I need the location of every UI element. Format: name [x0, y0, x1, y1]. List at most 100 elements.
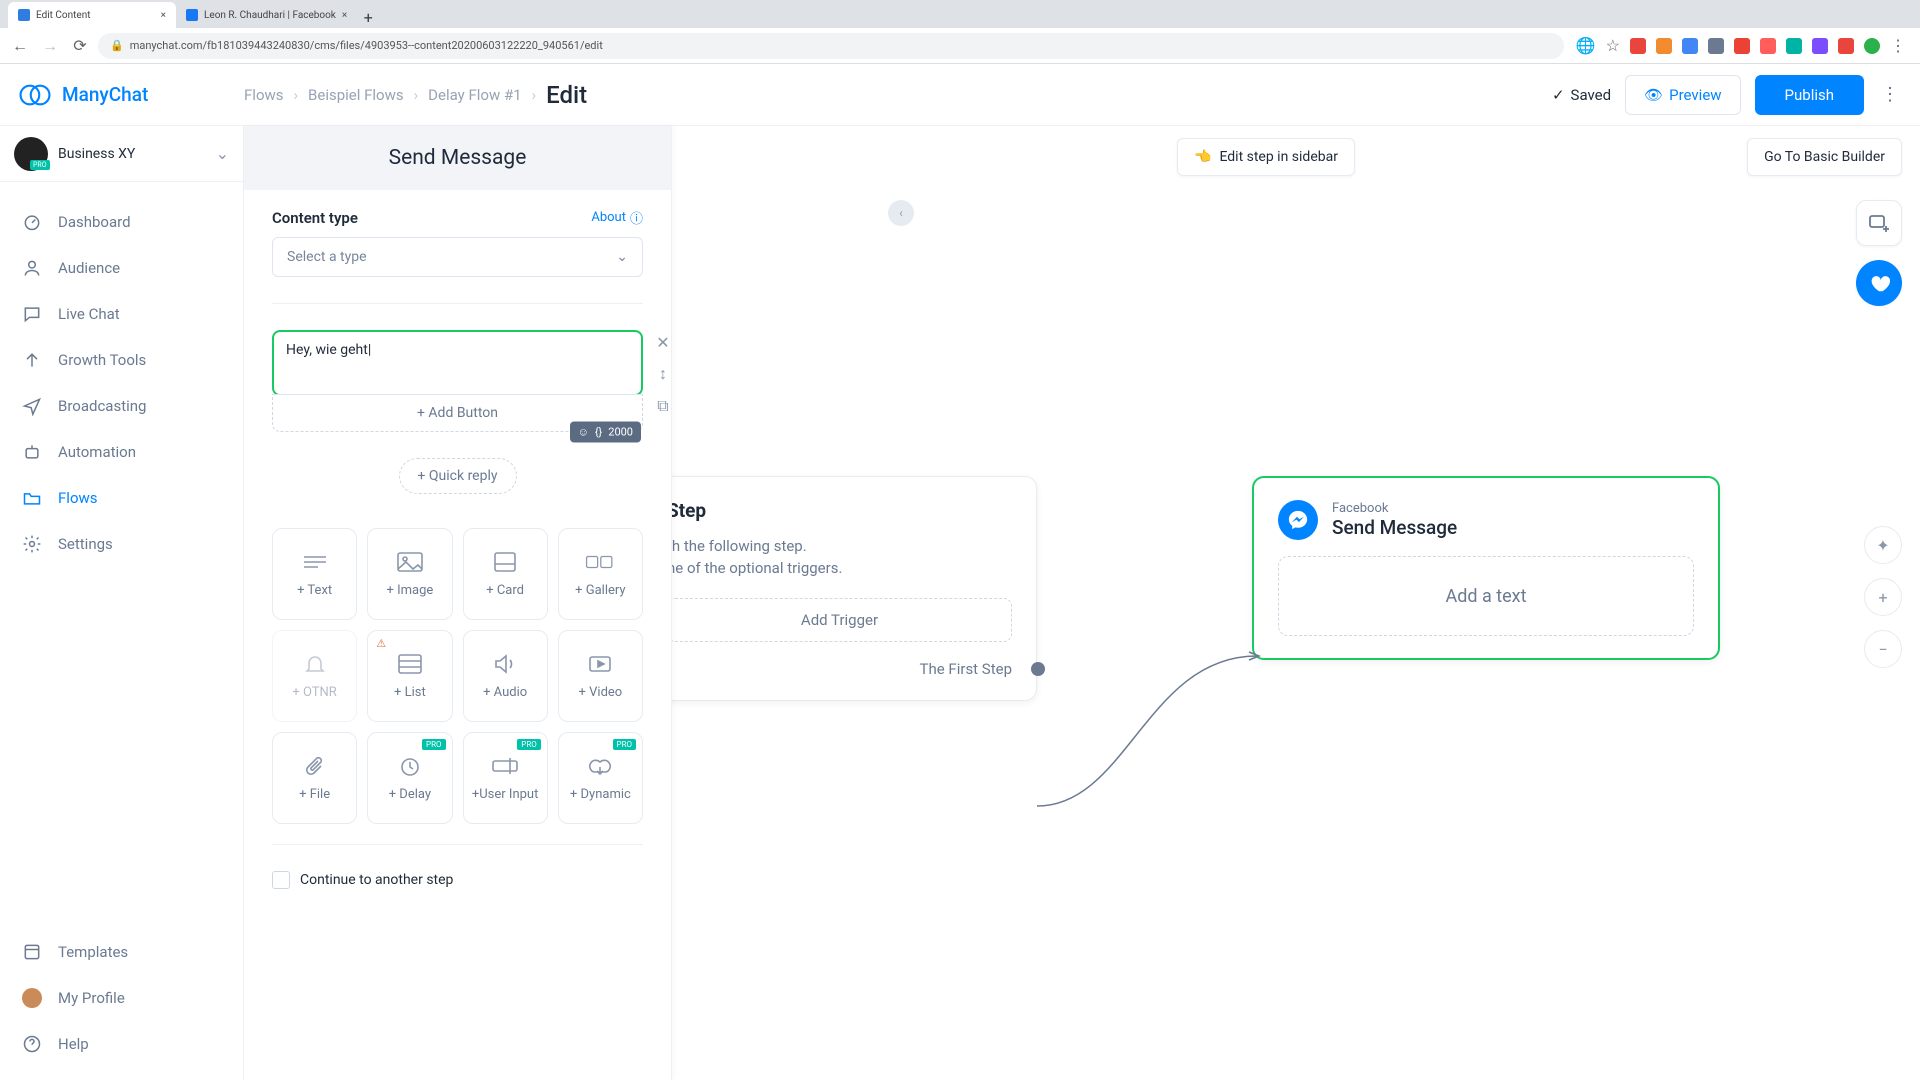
zoom-out-button[interactable]: −: [1864, 630, 1902, 668]
block-label: + Image: [386, 583, 433, 598]
extension-icon[interactable]: [1838, 38, 1854, 54]
zoom-in-button[interactable]: +: [1864, 578, 1902, 616]
block-file[interactable]: + File: [272, 732, 357, 824]
url-field[interactable]: 🔒 manychat.com/fb181039443240830/cms/fil…: [98, 33, 1564, 59]
extension-icon[interactable]: [1812, 38, 1828, 54]
browser-tab-active[interactable]: Edit Content ×: [8, 2, 176, 28]
fit-view-button[interactable]: ✦: [1864, 526, 1902, 564]
block-dynamic[interactable]: PRO+ Dynamic: [558, 732, 643, 824]
send-title: Send Message: [1332, 516, 1457, 539]
collapse-toggle[interactable]: ‹: [888, 200, 914, 226]
flow-edge: [1027, 646, 1267, 816]
breadcrumb-item[interactable]: Flows: [244, 86, 284, 104]
tab-title: Edit Content: [36, 10, 91, 21]
send-message-card[interactable]: Facebook Send Message Add a text: [1252, 476, 1720, 660]
content-type-label: Content type About ⓘ: [272, 208, 643, 227]
sidebar-item-automation[interactable]: Automation: [0, 430, 243, 474]
bookmark-icon[interactable]: ☆: [1606, 36, 1620, 55]
counter-value: 2000: [608, 426, 633, 439]
about-link[interactable]: About ⓘ: [591, 208, 643, 227]
publish-button[interactable]: Publish: [1755, 75, 1864, 115]
pro-badge: PRO: [517, 739, 540, 750]
sidebar-item-profile[interactable]: My Profile: [0, 976, 243, 1020]
block-bell: + OTNR: [272, 630, 357, 722]
translate-icon[interactable]: 🌐: [1576, 36, 1596, 55]
sidebar-item-dashboard[interactable]: Dashboard: [0, 200, 243, 244]
check-icon: ✓: [1552, 86, 1565, 104]
more-menu-button[interactable]: ⋮: [1878, 84, 1902, 105]
about-text: About: [591, 210, 626, 225]
block-list[interactable]: ⚠+ List: [367, 630, 452, 722]
content-type-select[interactable]: Select a type ⌄: [272, 237, 643, 277]
sidebar-item-label: Live Chat: [58, 305, 120, 323]
edit-step-label: Edit step in sidebar: [1219, 149, 1338, 165]
url-text: manychat.com/fb181039443240830/cms/files…: [130, 39, 603, 52]
checkbox[interactable]: [272, 871, 290, 889]
add-trigger-button[interactable]: Add Trigger: [667, 598, 1012, 642]
edit-step-pill[interactable]: 👈 Edit step in sidebar: [1177, 138, 1355, 176]
block-input[interactable]: PRO+User Input: [463, 732, 548, 824]
sidebar-item-templates[interactable]: Templates: [0, 930, 243, 974]
continue-checkbox-row[interactable]: Continue to another step: [272, 844, 643, 889]
message-side-actions: ✕ ↕ ⧉: [653, 332, 671, 416]
saved-label: Saved: [1571, 86, 1612, 104]
add-step-fab[interactable]: [1856, 200, 1902, 246]
content-type-text: Content type: [272, 209, 358, 227]
bell-icon: [300, 653, 330, 675]
extension-icon[interactable]: [1682, 38, 1698, 54]
block-text[interactable]: + Text: [272, 528, 357, 620]
start-line2: ne of the optional triggers.: [667, 558, 1012, 580]
flow-canvas[interactable]: 👈 Edit step in sidebar Go To Basic Build…: [672, 126, 1920, 1080]
close-icon[interactable]: ×: [342, 10, 347, 21]
saved-status: ✓ Saved: [1552, 86, 1611, 104]
block-gallery[interactable]: + Gallery: [558, 528, 643, 620]
extension-icon[interactable]: [1656, 38, 1672, 54]
sidebar-item-flows[interactable]: Flows: [0, 476, 243, 520]
starting-step-card[interactable]: Step th the following step. ne of the op…: [642, 476, 1037, 701]
account-switcher[interactable]: PRO Business XY ⌄: [0, 126, 243, 182]
block-image[interactable]: + Image: [367, 528, 452, 620]
browser-tab[interactable]: Leon R. Chaudhari | Facebook ×: [176, 2, 357, 28]
sidebar-item-broadcasting[interactable]: Broadcasting: [0, 384, 243, 428]
message-input[interactable]: Hey, wie geht: [272, 330, 643, 396]
basic-builder-button[interactable]: Go To Basic Builder: [1747, 138, 1902, 176]
extension-icon[interactable]: [1630, 38, 1646, 54]
profile-avatar-icon[interactable]: [1864, 38, 1880, 54]
preview-button[interactable]: 👁 Preview: [1625, 75, 1740, 115]
connection-port[interactable]: [1031, 662, 1045, 676]
breadcrumb-item[interactable]: Beispiel Flows: [308, 86, 404, 104]
move-icon[interactable]: ↕: [653, 364, 671, 384]
sidebar-item-growth[interactable]: Growth Tools: [0, 338, 243, 382]
extension-icon[interactable]: [1760, 38, 1776, 54]
close-icon[interactable]: ✕: [653, 332, 671, 352]
forward-button[interactable]: →: [38, 34, 62, 58]
sidebar-item-help[interactable]: Help: [0, 1022, 243, 1066]
block-delay[interactable]: PRO+ Delay: [367, 732, 452, 824]
sidebar-item-settings[interactable]: Settings: [0, 522, 243, 566]
variable-icon[interactable]: {}: [595, 426, 602, 439]
extension-icon[interactable]: [1786, 38, 1802, 54]
emoji-icon[interactable]: ☺: [578, 426, 589, 439]
block-video[interactable]: + Video: [558, 630, 643, 722]
audio-icon: [490, 653, 520, 675]
sidebar-item-livechat[interactable]: Live Chat: [0, 292, 243, 336]
continue-label: Continue to another step: [300, 872, 453, 888]
close-icon[interactable]: ×: [161, 10, 166, 21]
back-button[interactable]: ←: [8, 34, 32, 58]
favorite-fab[interactable]: [1856, 260, 1902, 306]
extension-icon[interactable]: [1708, 38, 1724, 54]
extension-icon[interactable]: [1734, 38, 1750, 54]
sidebar-item-audience[interactable]: Audience: [0, 246, 243, 290]
duplicate-icon[interactable]: ⧉: [653, 396, 671, 416]
block-card[interactable]: + Card: [463, 528, 548, 620]
reload-button[interactable]: ⟳: [68, 34, 92, 58]
breadcrumb-item[interactable]: Delay Flow #1: [428, 86, 521, 104]
gallery-icon: [585, 551, 615, 573]
sidebar-item-label: Flows: [58, 489, 98, 507]
quick-reply-button[interactable]: + Quick reply: [399, 458, 517, 494]
menu-icon[interactable]: ⋮: [1890, 36, 1906, 55]
logo-area[interactable]: ManyChat: [18, 78, 244, 112]
new-tab-button[interactable]: +: [357, 6, 379, 28]
add-text-placeholder[interactable]: Add a text: [1278, 556, 1694, 636]
block-audio[interactable]: + Audio: [463, 630, 548, 722]
